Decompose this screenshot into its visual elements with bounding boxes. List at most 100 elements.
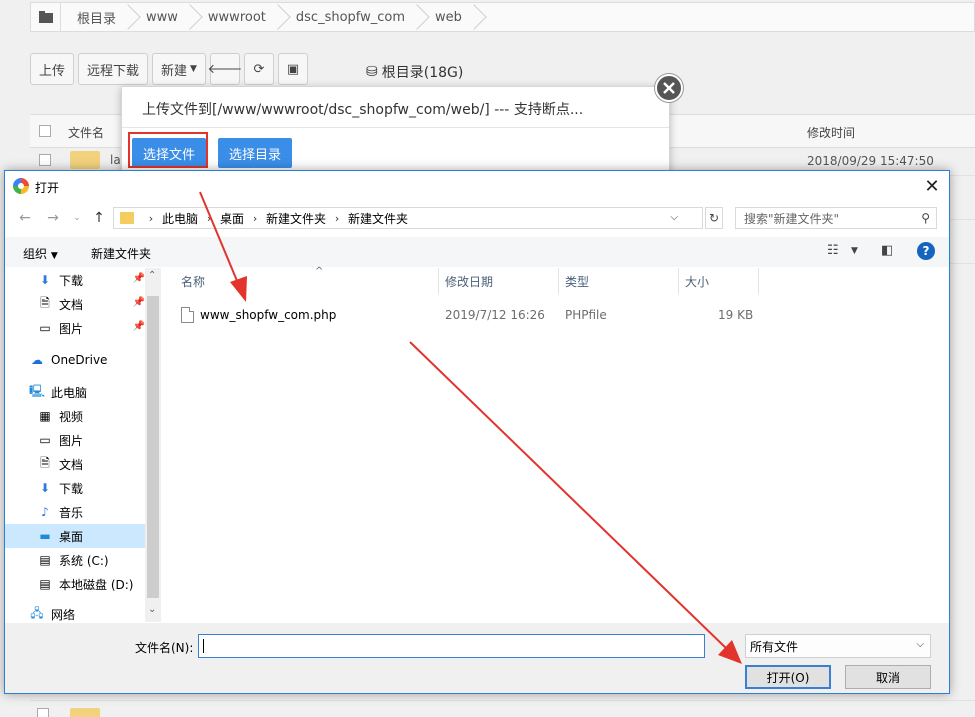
search-input[interactable]: 搜索"新建文件夹" ⚲ [735,207,937,229]
select-directory-button[interactable]: 选择目录 [218,138,292,168]
column-filename[interactable]: 文件名 [68,124,104,141]
nav-item-local-disk[interactable]: ▤ 本地磁盘 (D:) [5,572,145,596]
breadcrumb-item-wwwroot[interactable]: wwwroot [192,3,280,31]
nav-item-desktop[interactable]: ▬ 桌面 [5,524,145,548]
chevron-right-icon: › [206,211,212,225]
address-row: ← → ⌄ ↑ › 此电脑 › 桌面 › 新建文件夹 › 新建文件夹 ⌵ ↻ 搜… [5,203,949,233]
folder-icon [120,212,134,224]
close-icon[interactable] [655,74,683,102]
nav-item-documents[interactable]: 🗎 文档 📌 [5,292,145,316]
help-icon[interactable]: ? [917,242,935,260]
nav-item-label: 此电脑 [51,385,88,400]
dialog-titlebar: 打开 ✕ [5,171,949,201]
nav-item-system-drive[interactable]: ▤ 系统 (C:) [5,548,145,572]
disk-usage: ⛁ 根目录(18G) [366,62,463,82]
close-icon[interactable]: ✕ [915,171,949,201]
file-size: 19 KB [718,308,754,322]
column-date[interactable]: 修改日期 [439,268,559,294]
scrollbar-thumb[interactable] [147,296,159,598]
column-name-label: 名称 [181,274,206,289]
address-segment[interactable]: 桌面 [220,210,244,227]
column-mtime[interactable]: 修改时间 [807,124,855,141]
caret-down-icon: ▼ [50,251,58,261]
select-all-checkbox[interactable] [39,125,51,137]
nav-item-label: 图片 [59,433,84,448]
row-filename[interactable]: la [110,153,121,167]
organize-menu[interactable]: 组织 ▼ [23,245,58,262]
home-icon[interactable] [31,3,61,31]
breadcrumb-item-site[interactable]: dsc_shopfw_com [280,3,419,31]
address-segment[interactable]: 此电脑 [162,210,198,227]
refresh-icon[interactable]: ⟳ [243,53,274,85]
address-segment[interactable]: 新建文件夹 [348,210,408,227]
nav-item-pictures[interactable]: ▭ 图片 📌 [5,316,145,340]
column-name[interactable]: 名称 ^ [175,266,439,294]
network-icon: 🖧 [30,605,44,620]
nav-item-documents-pc[interactable]: 🗎 文档 [5,452,145,476]
breadcrumb-item-root[interactable]: 根目录 [61,3,130,31]
dialog-title: 打开 [35,181,60,195]
forward-arrow-icon[interactable]: → [43,208,63,228]
nav-item-label: 图片 [59,321,84,336]
upload-button[interactable]: 上传 [30,53,75,85]
column-size[interactable]: 大小 [679,268,759,294]
navigation-pane: ⬇ 下载 📌 🗎 文档 📌 ▭ 图片 📌 ☁ OneDrive 🖳 此电脑 ▦ 视频 ▭ 图片 🗎 文… [5,268,161,622]
desktop-icon: ▬ [39,529,51,543]
nav-item-downloads-pc[interactable]: ⬇ 下载 [5,476,145,500]
pin-icon: 📌 [132,321,145,332]
picture-icon: ▭ [39,433,51,447]
highlight-box [128,132,208,168]
column-type[interactable]: 类型 [559,268,679,294]
chevron-right-icon: › [334,211,340,225]
computer-icon: 🖳 [29,383,46,398]
chevron-down-icon: ⌵ [916,639,924,650]
download-icon: ⬇ [39,481,51,495]
nav-item-onedrive[interactable]: ☁ OneDrive [5,348,145,372]
filename-input[interactable] [198,634,705,658]
row-checkbox[interactable] [37,708,49,717]
filetype-select[interactable]: 所有文件 ⌵ [745,634,931,658]
open-button[interactable]: 打开(O) [745,665,831,689]
search-icon: ⚲ [921,211,930,225]
caret-down-icon[interactable]: ▼ [851,246,858,256]
chevron-down-icon[interactable]: ⌵ [670,212,678,223]
music-icon: ♪ [41,505,49,519]
nav-item-this-pc[interactable]: 🖳 此电脑 [5,380,145,404]
nav-item-downloads[interactable]: ⬇ 下载 📌 [5,268,145,292]
nav-item-label: 文档 [59,297,84,312]
address-segment[interactable]: 新建文件夹 [266,210,326,227]
nav-item-label: 网络 [51,607,76,622]
back-arrow-icon[interactable]: 🡐 [208,53,242,85]
video-icon: ▦ [39,409,51,423]
address-bar[interactable]: › 此电脑 › 桌面 › 新建文件夹 › 新建文件夹 ⌵ [113,207,703,229]
chevron-down-icon[interactable]: ⌄ [67,208,87,228]
filename-label: 文件名(N): [135,641,194,655]
nav-item-pictures-pc[interactable]: ▭ 图片 [5,428,145,452]
chevron-up-icon[interactable]: ⌃ [148,270,156,281]
cancel-button[interactable]: 取消 [845,665,931,689]
terminal-icon[interactable]: ▣ [277,53,308,85]
cloud-icon: ☁ [31,353,43,367]
nav-scrollbar[interactable]: ⌃ ⌄ [145,268,161,622]
document-icon: 🗎 [40,455,50,470]
command-bar: 组织 ▼ 新建文件夹 ☷ ▼ ◧ ? [5,237,949,267]
nav-item-music[interactable]: ♪ 音乐 [5,500,145,524]
nav-item-label: 下载 [59,481,84,496]
new-folder-button[interactable]: 新建文件夹 [91,245,151,262]
up-arrow-icon[interactable]: ↑ [89,208,109,228]
new-button[interactable]: 新建 ▼ [152,53,206,85]
file-row[interactable]: www_shopfw_com.php [181,304,336,326]
nav-item-videos[interactable]: ▦ 视频 [5,404,145,428]
chevron-down-icon[interactable]: ⌄ [148,604,156,615]
disk-label-text: 根目录(18G) [381,65,464,81]
preview-pane-icon[interactable]: ◧ [881,243,893,258]
system-drive-icon: ▤ [39,553,51,567]
sort-ascending-icon: ^ [315,266,324,277]
refresh-icon[interactable]: ↻ [705,207,723,229]
row-checkbox[interactable] [39,154,51,166]
view-options-icon[interactable]: ☷ [827,243,839,258]
nav-item-label: 系统 (C:) [59,553,109,568]
remote-download-button[interactable]: 远程下载 [78,53,149,85]
back-arrow-icon[interactable]: ← [15,208,35,228]
organize-label: 组织 [23,247,48,261]
